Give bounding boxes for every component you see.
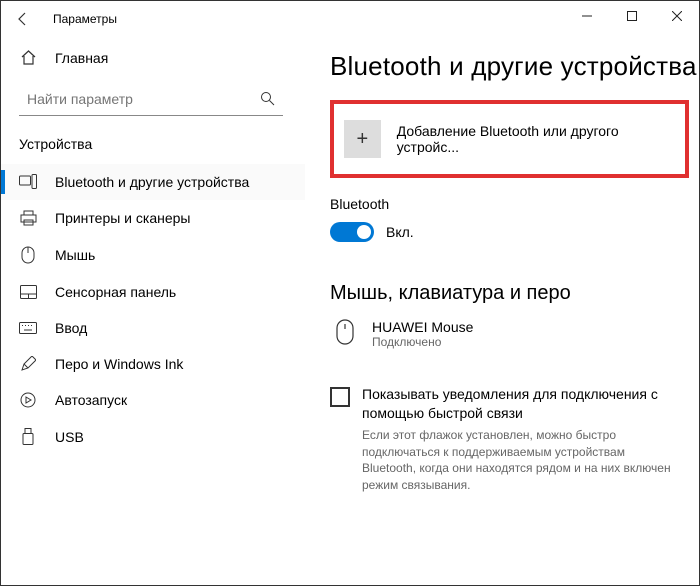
- nav-label: Мышь: [55, 247, 95, 263]
- device-item[interactable]: HUAWEI Mouse Подключено: [330, 319, 699, 349]
- pen-icon: [19, 356, 37, 372]
- mouse-device-icon: [334, 319, 356, 345]
- nav-label: Сенсорная панель: [55, 284, 176, 300]
- page-title: Bluetooth и другие устройства: [330, 51, 699, 82]
- nav-autoplay[interactable]: Автозапуск: [1, 382, 305, 418]
- back-button[interactable]: [15, 11, 39, 27]
- devices-icon: [19, 174, 37, 190]
- nav-label: Автозапуск: [55, 392, 127, 408]
- nav-pen[interactable]: Перо и Windows Ink: [1, 346, 305, 382]
- section-mouse-keyboard: Мышь, клавиатура и перо: [330, 282, 699, 305]
- add-device-button[interactable]: + Добавление Bluetooth или другого устро…: [330, 100, 689, 178]
- nav-label: USB: [55, 429, 84, 445]
- sidebar: Главная Устройства Bluetooth и другие ус…: [1, 37, 306, 585]
- window-title: Параметры: [39, 12, 117, 26]
- nav-printers[interactable]: Принтеры и сканеры: [1, 200, 305, 236]
- maximize-button[interactable]: [609, 1, 654, 31]
- search-icon: [260, 91, 275, 106]
- bluetooth-state: Вкл.: [386, 224, 414, 240]
- nav-typing[interactable]: Ввод: [1, 310, 305, 346]
- bluetooth-toggle[interactable]: [330, 222, 374, 242]
- add-device-label: Добавление Bluetooth или другого устройс…: [397, 123, 675, 155]
- plus-icon: +: [344, 120, 381, 158]
- home-label: Главная: [55, 50, 108, 66]
- nav-touchpad[interactable]: Сенсорная панель: [1, 274, 305, 310]
- search-box[interactable]: [19, 82, 283, 116]
- nav-label: Ввод: [55, 320, 87, 336]
- window-controls: [564, 1, 699, 31]
- nav-label: Принтеры и сканеры: [55, 210, 190, 226]
- nav-mouse[interactable]: Мышь: [1, 236, 305, 274]
- checkbox-description: Если этот флажок установлен, можно быстр…: [362, 427, 681, 494]
- nav-label: Перо и Windows Ink: [55, 356, 183, 372]
- nav-bluetooth[interactable]: Bluetooth и другие устройства: [1, 164, 305, 200]
- minimize-button[interactable]: [564, 1, 609, 31]
- touchpad-icon: [19, 285, 37, 299]
- mouse-icon: [19, 246, 37, 264]
- nav-label: Bluetooth и другие устройства: [55, 174, 249, 190]
- printer-icon: [19, 210, 37, 226]
- autoplay-icon: [19, 392, 37, 408]
- home-nav[interactable]: Главная: [1, 41, 305, 74]
- home-icon: [19, 49, 37, 66]
- device-name: HUAWEI Mouse: [372, 319, 473, 335]
- usb-icon: [19, 428, 37, 446]
- content-pane: Bluetooth и другие устройства + Добавлен…: [306, 37, 699, 585]
- sidebar-section: Устройства: [1, 126, 305, 164]
- device-status: Подключено: [372, 335, 473, 349]
- keyboard-icon: [19, 322, 37, 334]
- close-button[interactable]: [654, 1, 699, 31]
- nav-usb[interactable]: USB: [1, 418, 305, 456]
- search-input[interactable]: [27, 91, 260, 107]
- bluetooth-label: Bluetooth: [330, 196, 699, 212]
- swift-pair-checkbox[interactable]: [330, 387, 350, 407]
- checkbox-label: Показывать уведомления для подключения с…: [362, 385, 681, 423]
